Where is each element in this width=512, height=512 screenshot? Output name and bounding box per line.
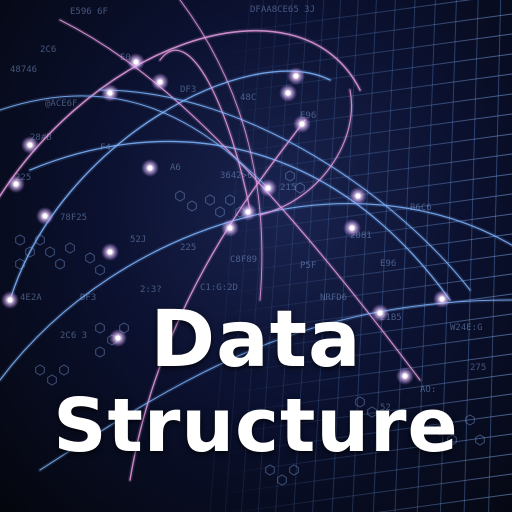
node — [27, 142, 33, 148]
hex-code: A6 — [170, 163, 181, 173]
grid-line — [376, 493, 512, 512]
grid-line — [219, 73, 512, 115]
hexagon — [95, 264, 105, 276]
hexagon — [65, 242, 75, 254]
node — [157, 79, 163, 85]
grid-line — [219, 113, 512, 155]
hexagon — [55, 258, 65, 270]
hexagon — [285, 170, 295, 182]
node — [13, 181, 19, 187]
hex-code: 48746 — [10, 65, 37, 75]
hex-code: 2C6 — [40, 45, 56, 55]
node — [355, 193, 361, 199]
hex-code: E96 — [380, 259, 396, 269]
grid-line — [219, 33, 512, 75]
title-line-2: Structure — [53, 383, 459, 469]
node — [265, 185, 271, 191]
hex-code: DFAA8CE65 3J — [250, 5, 315, 15]
node — [227, 225, 233, 231]
hexagon — [295, 182, 305, 194]
hexagon — [215, 206, 225, 218]
hex-code: E596 6F — [70, 7, 108, 17]
hex-code: 2:3? — [140, 285, 162, 295]
cover-art: E596 6F DFAA8CE65 3J 2C6 48746 E0 @ACE6F DF3 48… — [0, 0, 512, 512]
hex-code: 215 — [280, 183, 296, 193]
node — [245, 209, 251, 215]
node — [107, 249, 113, 255]
node — [285, 90, 291, 96]
node — [293, 73, 299, 79]
hexagon — [175, 190, 185, 202]
hex-code: 78F25 — [60, 213, 87, 223]
hexagon — [225, 194, 235, 206]
node — [147, 165, 153, 171]
hex-code: @ACE6F — [45, 99, 78, 109]
hexagon — [85, 252, 95, 264]
hex-code: 225 — [180, 243, 196, 253]
node — [299, 121, 305, 127]
grid-line — [230, 473, 512, 512]
hexagon — [277, 474, 287, 486]
hex-code: P5F — [300, 261, 316, 271]
node — [42, 213, 48, 219]
hexagon — [45, 246, 55, 258]
hex-code: 48C — [240, 93, 256, 103]
hex-code: C8F89 — [230, 255, 257, 265]
hexagon — [187, 200, 197, 212]
hex-code: 52J — [130, 235, 146, 245]
node — [107, 90, 113, 96]
title-line-1: Data — [150, 295, 362, 385]
node — [133, 59, 139, 65]
hexagon — [205, 194, 215, 206]
hexagon — [15, 234, 25, 246]
grid-line — [219, 13, 512, 55]
node — [349, 225, 355, 231]
hex-code: C1:G:2D — [200, 283, 238, 293]
